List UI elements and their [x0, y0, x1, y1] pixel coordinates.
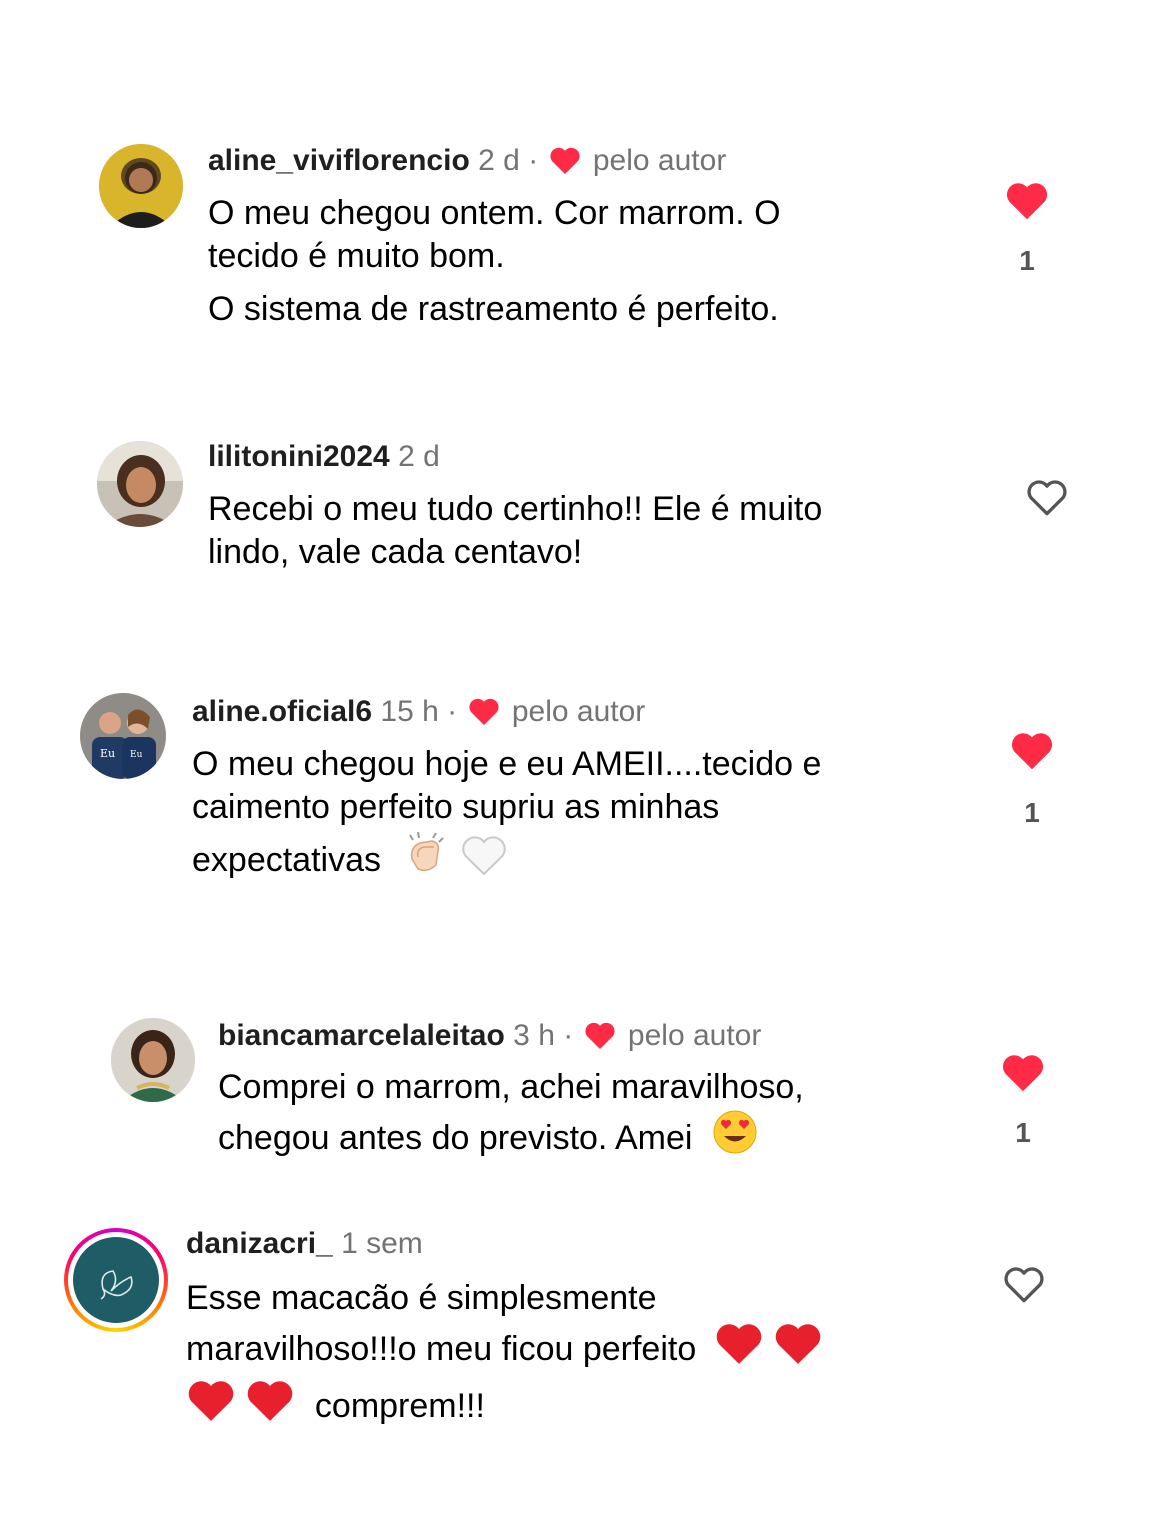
avatar[interactable]: Eu Eu: [80, 693, 166, 779]
separator-dot: ·: [528, 144, 539, 177]
comment-text: O meu chegou hoje e eu AMEII....tecido e…: [192, 743, 972, 888]
avatar-logo: [73, 1237, 159, 1323]
comment-header: aline.oficial6 15 h · pelo autor: [192, 694, 645, 734]
like-count: 1: [1019, 245, 1035, 276]
comment-line-text: maravilhoso!!!o meu ficou perfeito: [186, 1330, 697, 1368]
comment-line: lindo, vale cada centavo!: [208, 533, 583, 571]
separator-dot: ·: [563, 1019, 574, 1052]
like-count: 1: [1024, 797, 1040, 828]
like-button[interactable]: [1002, 1264, 1048, 1306]
author-liked-heart-icon: [549, 146, 581, 183]
comment-line: caimento perfeito supriu as minhas: [192, 788, 720, 826]
heart-eyes-emoji-icon: [712, 1109, 758, 1166]
author-liked-heart-icon: [584, 1021, 616, 1058]
comment-line: Esse macacão é simplesmente: [186, 1279, 657, 1317]
comment-line: chegou antes do previsto. Amei: [218, 1109, 978, 1166]
author-liked-label: pelo autor: [592, 144, 727, 177]
heart-filled-icon: [1006, 183, 1048, 220]
avatar[interactable]: [97, 441, 183, 527]
comment-header: biancamarcelaleitao 3 h · pelo autor: [218, 1018, 761, 1058]
comment-line: comprem!!!: [186, 1377, 976, 1434]
heart-outline-icon: [1004, 1267, 1044, 1303]
timestamp: 3 h: [513, 1019, 555, 1052]
username[interactable]: aline_viviflorencio: [208, 144, 470, 177]
comment-line: Comprei o marrom, achei maravilhoso,: [218, 1068, 804, 1106]
comment-line: O meu chegou ontem. Cor marrom. O: [208, 194, 781, 232]
timestamp: 2 d: [398, 440, 440, 473]
comment-text: Esse macacão é simplesmente maravilhoso!…: [186, 1276, 976, 1434]
separator-dot: ·: [447, 695, 458, 728]
timestamp: 2 d: [478, 144, 520, 177]
username[interactable]: biancamarcelaleitao: [218, 1019, 505, 1052]
timestamp: 1 sem: [341, 1227, 423, 1260]
timestamp: 15 h: [380, 695, 439, 728]
avatar-photo: [99, 144, 183, 228]
avatar-story-ring[interactable]: [64, 1228, 168, 1332]
comment-line: maravilhoso!!!o meu ficou perfeito: [186, 1320, 976, 1377]
red-heart-emoji-icon: [245, 1377, 295, 1434]
red-heart-emoji-icon: [714, 1320, 764, 1377]
like-count: 1: [1015, 1117, 1031, 1148]
like-button[interactable]: [1005, 180, 1051, 222]
comment-line: O sistema de rastreamento é perfeito.: [208, 290, 779, 328]
avatar-photo: Eu Eu: [80, 693, 166, 779]
svg-text:Eu: Eu: [100, 747, 115, 760]
like-button[interactable]: [1025, 477, 1071, 519]
red-heart-emoji-icon: [773, 1320, 823, 1377]
heart-filled-icon: [1011, 733, 1053, 770]
heart-outline-icon: [1027, 480, 1067, 516]
comment-text: O meu chegou ontem. Cor marrom. O tecido…: [208, 192, 968, 331]
comment-line: expectativas: [192, 829, 972, 888]
avatar: [73, 1237, 159, 1323]
comment-text: Comprei o marrom, achei maravilhoso, che…: [218, 1066, 978, 1166]
avatar[interactable]: [111, 1018, 195, 1102]
svg-text:Eu: Eu: [130, 750, 143, 760]
username[interactable]: lilitonini2024: [208, 440, 390, 473]
like-button[interactable]: [1010, 730, 1056, 772]
comment-line: tecido é muito bom.: [208, 237, 505, 275]
comment-line: Recebi o meu tudo certinho!! Ele é muito: [208, 490, 823, 528]
author-liked-label: pelo autor: [511, 695, 646, 728]
comment-text: Recebi o meu tudo certinho!! Ele é muito…: [208, 488, 988, 574]
heart-filled-icon: [1002, 1055, 1044, 1092]
comment-header: lilitonini2024 2 d: [208, 439, 440, 475]
avatar[interactable]: [99, 144, 183, 228]
like-button[interactable]: [1001, 1052, 1047, 1094]
comment-line-text: comprem!!!: [314, 1387, 485, 1425]
comment-line: O meu chegou hoje e eu AMEII....tecido e: [192, 745, 822, 783]
comment-header: danizacri_ 1 sem: [186, 1226, 423, 1262]
author-liked-label: pelo autor: [627, 1019, 762, 1052]
avatar-photo: [97, 441, 183, 527]
username[interactable]: aline.oficial6: [192, 695, 372, 728]
comment-line-text: expectativas: [192, 841, 381, 879]
author-liked-heart-icon: [468, 697, 500, 734]
comment-header: aline_viviflorencio 2 d · pelo autor: [208, 143, 726, 183]
avatar-photo: [111, 1018, 195, 1102]
clapping-hands-emoji-icon: [402, 829, 450, 888]
username[interactable]: danizacri_: [186, 1227, 333, 1260]
white-heart-emoji-icon: [460, 833, 508, 888]
comment-line-text: chegou antes do previsto. Amei: [218, 1119, 693, 1157]
red-heart-emoji-icon: [186, 1377, 236, 1434]
